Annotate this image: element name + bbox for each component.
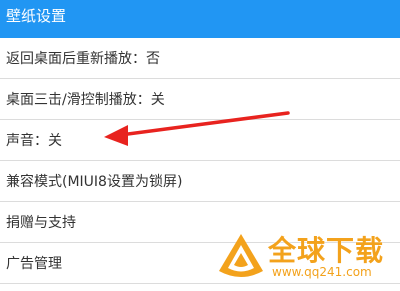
- setting-label: 声音：关: [6, 133, 62, 149]
- setting-replay-on-return[interactable]: 返回桌面后重新播放：否: [0, 38, 400, 79]
- settings-list: 返回桌面后重新播放：否 桌面三击/滑控制播放：关 声音：关 兼容模式(MIUI8…: [0, 38, 400, 284]
- setting-sound[interactable]: 声音：关: [0, 120, 400, 161]
- page-title: 壁纸设置: [6, 6, 67, 25]
- setting-triple-tap-control[interactable]: 桌面三击/滑控制播放：关: [0, 79, 400, 120]
- setting-donate-support[interactable]: 捐赠与支持: [0, 202, 400, 243]
- setting-label: 桌面三击/滑控制播放：关: [6, 92, 165, 108]
- setting-label: 广告管理: [6, 256, 62, 272]
- setting-compat-mode[interactable]: 兼容模式(MIUI8设置为锁屏): [0, 161, 400, 202]
- app-bar: 壁纸设置: [0, 0, 400, 38]
- setting-label: 捐赠与支持: [6, 215, 76, 231]
- setting-ad-management[interactable]: 广告管理: [0, 243, 400, 284]
- setting-label: 兼容模式(MIUI8设置为锁屏): [6, 174, 183, 190]
- setting-label: 返回桌面后重新播放：否: [6, 51, 160, 67]
